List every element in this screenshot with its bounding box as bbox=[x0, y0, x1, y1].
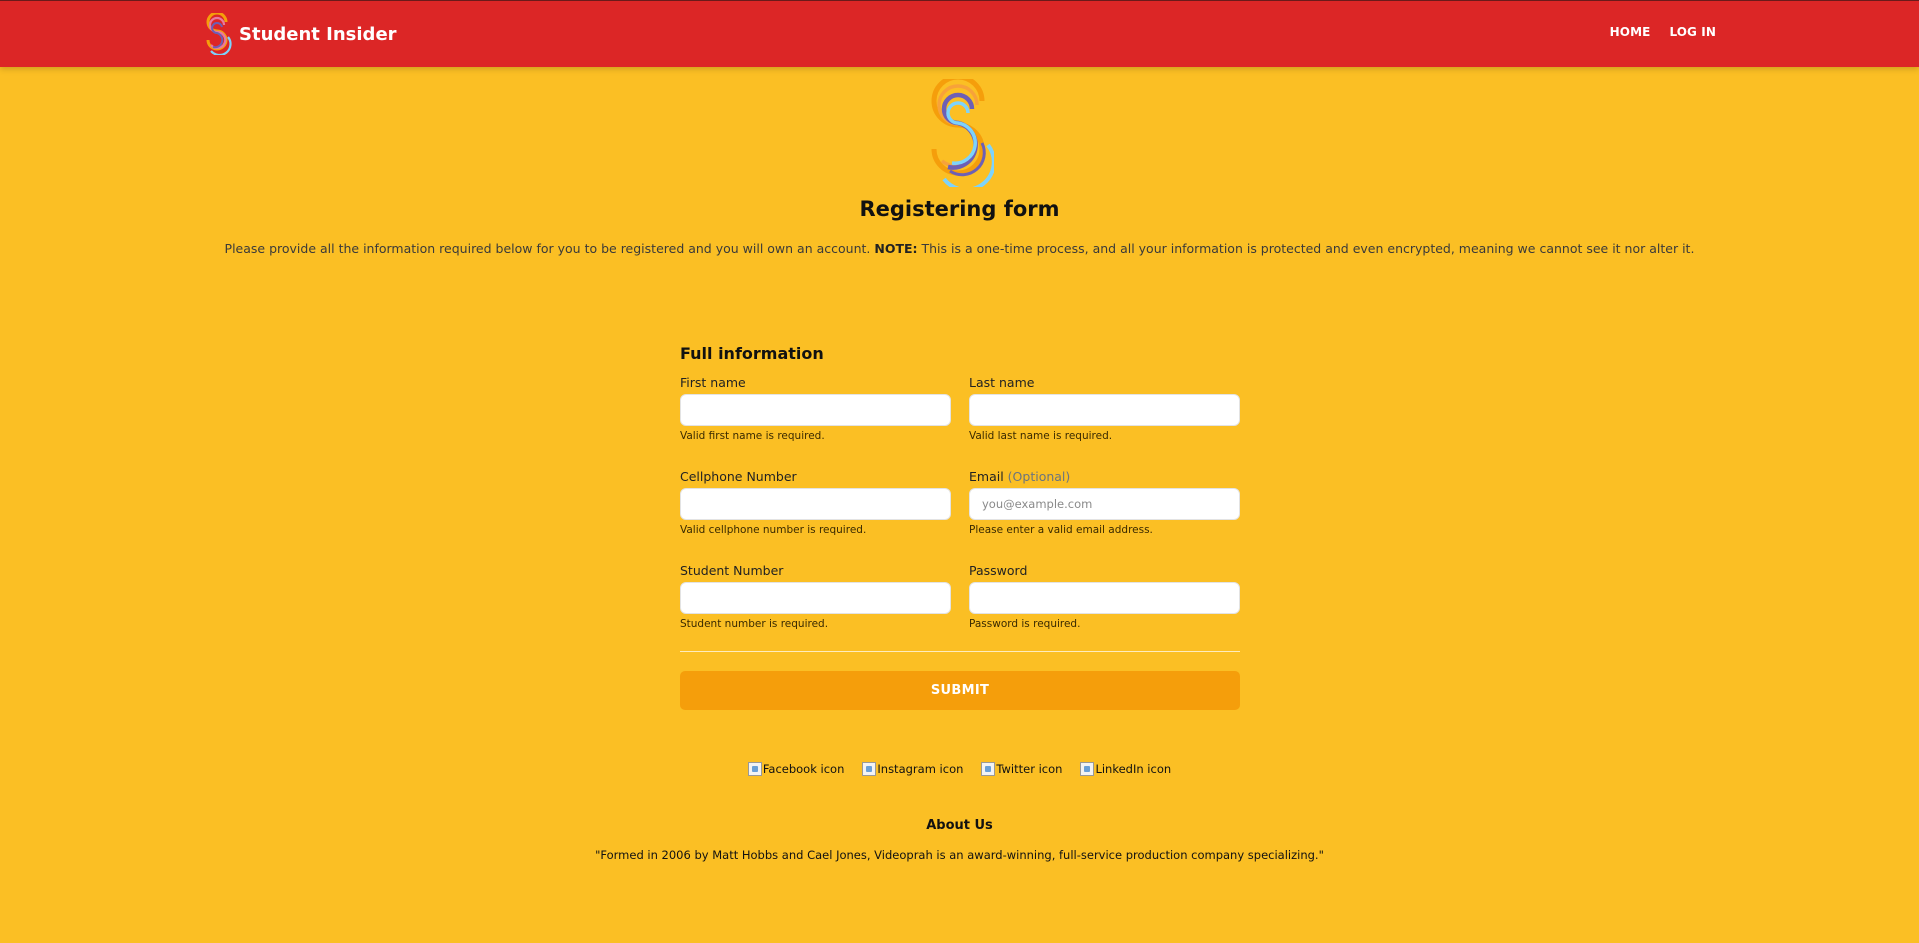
first-name-group: First name Valid first name is required. bbox=[680, 375, 951, 443]
last-name-help: Valid last name is required. bbox=[969, 430, 1113, 442]
twitter-alt-text: Twitter icon bbox=[996, 762, 1063, 776]
broken-image-icon bbox=[747, 762, 762, 776]
form-divider bbox=[680, 651, 1240, 652]
registration-form: Full information First name Valid first … bbox=[680, 344, 1240, 710]
instagram-alt-text: Instagram icon bbox=[877, 762, 964, 776]
password-input[interactable] bbox=[969, 582, 1240, 614]
cellphone-help: Valid cellphone number is required. bbox=[680, 524, 867, 536]
nav-links: HOME LOG IN bbox=[1610, 25, 1716, 39]
lead-main-text: Please provide all the information requi… bbox=[224, 241, 871, 256]
last-name-input[interactable] bbox=[969, 394, 1240, 426]
linkedin-alt-text: LinkedIn icon bbox=[1095, 762, 1172, 776]
email-label: Email bbox=[969, 469, 1004, 484]
lead-note-label: NOTE: bbox=[874, 241, 918, 256]
student-number-input[interactable] bbox=[680, 582, 951, 614]
brand-link[interactable]: Student Insider bbox=[203, 13, 397, 55]
form-row: Cellphone Number Valid cellphone number … bbox=[680, 469, 1240, 537]
email-input[interactable] bbox=[969, 488, 1240, 520]
facebook-link[interactable]: Facebook icon bbox=[747, 762, 845, 776]
password-help: Password is required. bbox=[969, 618, 1081, 630]
broken-image-icon bbox=[862, 762, 877, 776]
cellphone-label: Cellphone Number bbox=[680, 469, 797, 484]
student-number-group: Student Number Student number is require… bbox=[680, 563, 951, 631]
email-help: Please enter a valid email address. bbox=[969, 524, 1153, 536]
last-name-label: Last name bbox=[969, 375, 1035, 390]
ss-logo-icon bbox=[206, 13, 232, 55]
first-name-input[interactable] bbox=[680, 394, 951, 426]
instagram-link[interactable]: Instagram icon bbox=[862, 762, 963, 776]
brand-name: Student Insider bbox=[239, 23, 397, 45]
email-group: Email (Optional) Please enter a valid em… bbox=[969, 469, 1240, 537]
lead-text: Please provide all the information requi… bbox=[0, 241, 1919, 256]
nav-login-link[interactable]: LOG IN bbox=[1669, 25, 1716, 39]
form-row: First name Valid first name is required.… bbox=[680, 375, 1240, 443]
submit-button[interactable]: SUBMIT bbox=[680, 671, 1240, 710]
lead-note-text: This is a one-time process, and all your… bbox=[921, 241, 1695, 256]
about-title: About Us bbox=[926, 818, 993, 833]
email-label-wrap: Email (Optional) bbox=[969, 469, 1240, 484]
ss-logo-icon bbox=[931, 79, 994, 187]
social-links: Facebook icon Instagram icon Twitter ico… bbox=[0, 762, 1919, 776]
student-number-help: Student number is required. bbox=[680, 618, 829, 630]
navbar: Student Insider HOME LOG IN bbox=[0, 0, 1919, 67]
section-title: Full information bbox=[680, 344, 824, 363]
page-title: Registering form bbox=[859, 197, 1060, 221]
email-optional-label: (Optional) bbox=[1007, 469, 1071, 484]
linkedin-link[interactable]: LinkedIn icon bbox=[1080, 762, 1171, 776]
password-group: Password Password is required. bbox=[969, 563, 1240, 631]
cellphone-group: Cellphone Number Valid cellphone number … bbox=[680, 469, 951, 537]
student-number-label: Student Number bbox=[680, 563, 784, 578]
twitter-link[interactable]: Twitter icon bbox=[981, 762, 1062, 776]
broken-image-icon bbox=[981, 762, 996, 776]
broken-image-icon bbox=[1080, 762, 1095, 776]
password-label: Password bbox=[969, 563, 1028, 578]
first-name-label: First name bbox=[680, 375, 746, 390]
cellphone-input[interactable] bbox=[680, 488, 951, 520]
nav-home-link[interactable]: HOME bbox=[1610, 25, 1651, 39]
facebook-alt-text: Facebook icon bbox=[762, 762, 845, 776]
about-text: "Formed in 2006 by Matt Hobbs and Cael J… bbox=[595, 848, 1324, 862]
first-name-help: Valid first name is required. bbox=[680, 430, 825, 442]
last-name-group: Last name Valid last name is required. bbox=[969, 375, 1240, 443]
form-row: Student Number Student number is require… bbox=[680, 563, 1240, 631]
